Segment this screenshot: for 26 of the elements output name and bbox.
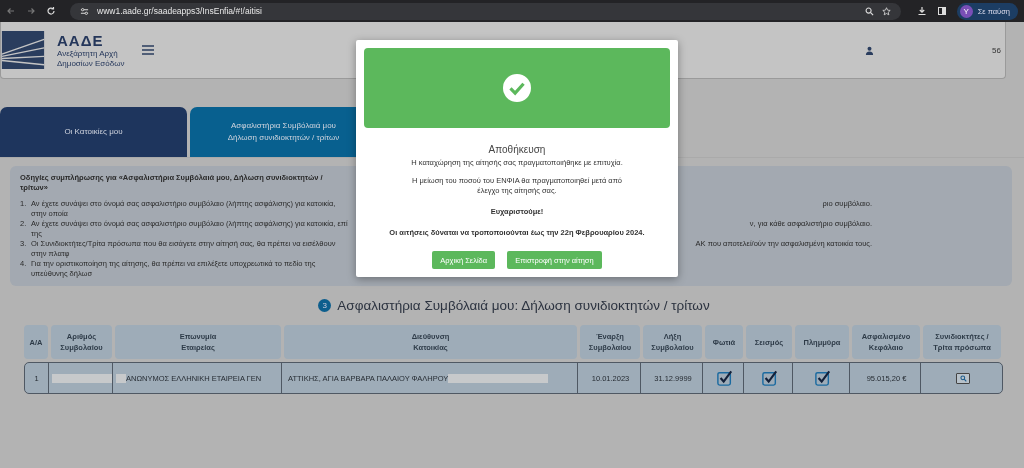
checkbox[interactable] [814,370,831,386]
zoom-icon[interactable] [864,6,874,16]
header-text: 56 [992,45,1001,55]
redaction-bar [52,373,112,383]
search-button[interactable] [956,372,970,384]
profile-avatar: Y [959,4,973,18]
download-icon[interactable] [916,6,927,16]
checkbox[interactable] [716,370,733,386]
forward-icon[interactable] [26,6,36,16]
address-bar[interactable]: www1.aade.gr/saadeapps3/InsEnfia/#!/aitisi [70,2,901,20]
reload-icon[interactable] [46,6,56,16]
checkbox[interactable] [761,370,778,386]
site-settings-icon[interactable] [80,6,89,16]
logo-subtitle: Δημοσίων Εσόδων [57,58,125,69]
dialog-title: Αποθήκευση [488,144,546,155]
logo-subtitle: Ανεξάρτητη Αρχή [57,48,119,59]
section-title: Ασφαλιστήρια Συμβόλαιά μου: Δήλωση συνιδιοκτητών / τρίτων [337,298,710,313]
step-number: 3 [318,299,332,312]
side-panel-icon[interactable] [936,6,947,16]
menu-icon[interactable] [142,45,155,55]
star-icon[interactable] [881,6,891,16]
user-icon[interactable] [865,45,875,55]
logo-title: ΑΑΔΕ [57,31,105,49]
tab[interactable]: Οι Κατοικίες μου [0,107,187,157]
back-icon[interactable] [6,6,16,16]
check-circle-icon [503,74,531,102]
